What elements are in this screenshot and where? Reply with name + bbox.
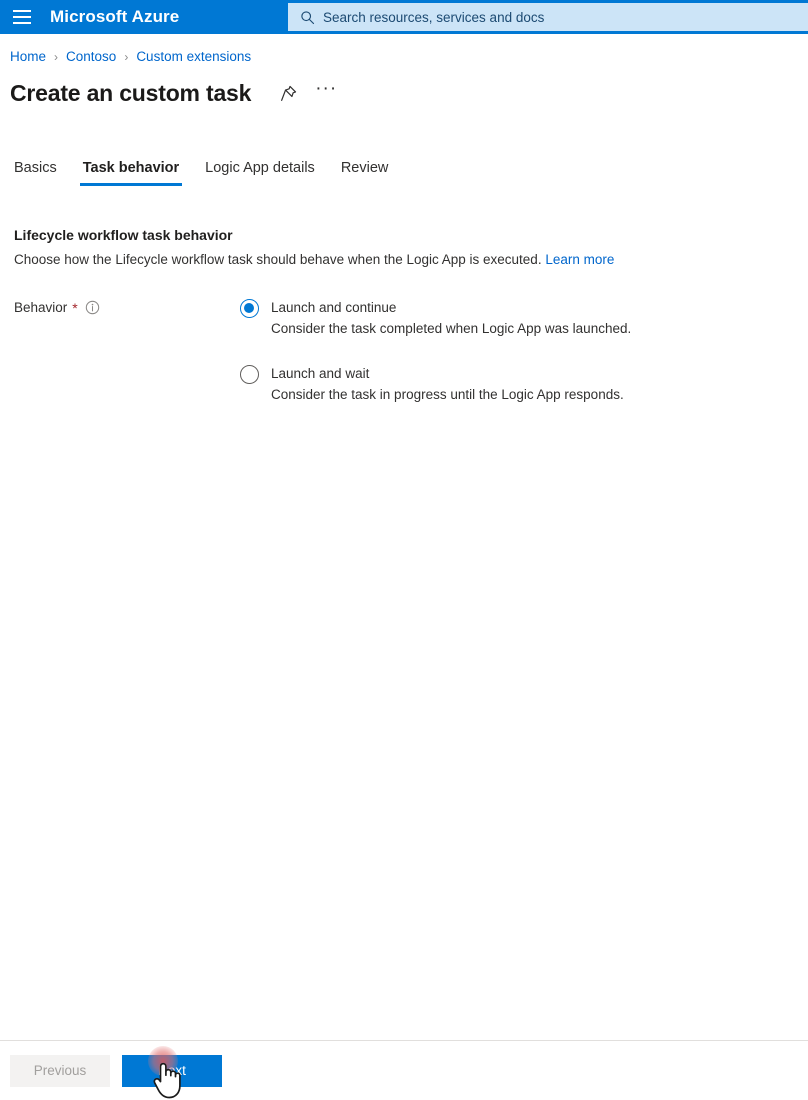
global-header: Microsoft Azure Search resources, servic… bbox=[0, 0, 808, 34]
behavior-radio-group: Launch and continue Consider the task co… bbox=[240, 298, 631, 430]
tab-task-behavior[interactable]: Task behavior bbox=[70, 160, 192, 186]
azure-portal-page: Microsoft Azure Search resources, servic… bbox=[0, 0, 808, 1100]
page-title: Create an custom task bbox=[10, 80, 252, 106]
page-title-row: Create an custom task ··· bbox=[10, 79, 337, 107]
breadcrumb: Home › Contoso › Custom extensions bbox=[10, 49, 251, 64]
tab-logic-app-details[interactable]: Logic App details bbox=[192, 160, 328, 186]
tab-review-label: Review bbox=[340, 160, 389, 176]
hamburger-line bbox=[13, 10, 31, 12]
radio-texts: Launch and continue Consider the task co… bbox=[271, 298, 631, 338]
breadcrumb-separator: › bbox=[124, 49, 129, 64]
radio-title-launch-and-continue: Launch and continue bbox=[271, 300, 397, 315]
breadcrumb-item-home[interactable]: Home bbox=[10, 49, 46, 64]
radio-title-launch-and-wait: Launch and wait bbox=[271, 366, 370, 381]
tab-logic-app-details-label: Logic App details bbox=[205, 160, 315, 176]
tab-basics-label: Basics bbox=[14, 160, 57, 176]
previous-button[interactable]: Previous bbox=[10, 1054, 110, 1087]
radio-subtitle-launch-and-continue: Consider the task completed when Logic A… bbox=[271, 321, 632, 336]
hamburger-line bbox=[13, 16, 31, 18]
radio-subtitle-launch-and-wait: Consider the task in progress until the … bbox=[271, 387, 624, 402]
next-button[interactable]: Next bbox=[122, 1054, 222, 1087]
hamburger-menu-icon[interactable] bbox=[0, 0, 44, 34]
wizard-tabs: Basics Task behavior Logic App details R… bbox=[10, 160, 401, 186]
behavior-label-text: Behavior bbox=[14, 300, 68, 315]
search-icon bbox=[301, 10, 315, 24]
section-description: Choose how the Lifecycle workflow task s… bbox=[14, 252, 614, 267]
radio-option-launch-and-continue[interactable]: Launch and continue Consider the task co… bbox=[240, 298, 631, 338]
section-heading: Lifecycle workflow task behavior bbox=[14, 227, 233, 243]
hamburger-line bbox=[13, 22, 31, 24]
more-options-ellipsis-icon[interactable]: ··· bbox=[315, 79, 337, 103]
tab-task-behavior-label: Task behavior bbox=[82, 160, 180, 176]
tab-basics[interactable]: Basics bbox=[10, 160, 70, 186]
tab-review[interactable]: Review bbox=[328, 160, 402, 186]
azure-brand-label[interactable]: Microsoft Azure bbox=[50, 7, 179, 27]
section-description-text: Choose how the Lifecycle workflow task s… bbox=[14, 252, 542, 267]
radio-button-launch-and-wait[interactable] bbox=[240, 365, 259, 384]
radio-option-launch-and-wait[interactable]: Launch and wait Consider the task in pro… bbox=[240, 364, 631, 404]
global-search-input[interactable]: Search resources, services and docs bbox=[288, 3, 808, 31]
learn-more-link[interactable]: Learn more bbox=[545, 252, 614, 267]
breadcrumb-item-contoso[interactable]: Contoso bbox=[66, 49, 116, 64]
breadcrumb-item-custom-extensions[interactable]: Custom extensions bbox=[136, 49, 251, 64]
info-icon[interactable] bbox=[85, 300, 100, 315]
required-asterisk: * bbox=[72, 299, 78, 316]
search-placeholder-text: Search resources, services and docs bbox=[323, 9, 545, 25]
pin-icon[interactable] bbox=[277, 83, 299, 105]
wizard-footer: Previous Next bbox=[0, 1041, 808, 1100]
breadcrumb-separator: › bbox=[54, 49, 59, 64]
behavior-field-label: Behavior * bbox=[14, 300, 100, 315]
radio-button-launch-and-continue[interactable] bbox=[240, 299, 259, 318]
radio-texts: Launch and wait Consider the task in pro… bbox=[271, 364, 624, 404]
